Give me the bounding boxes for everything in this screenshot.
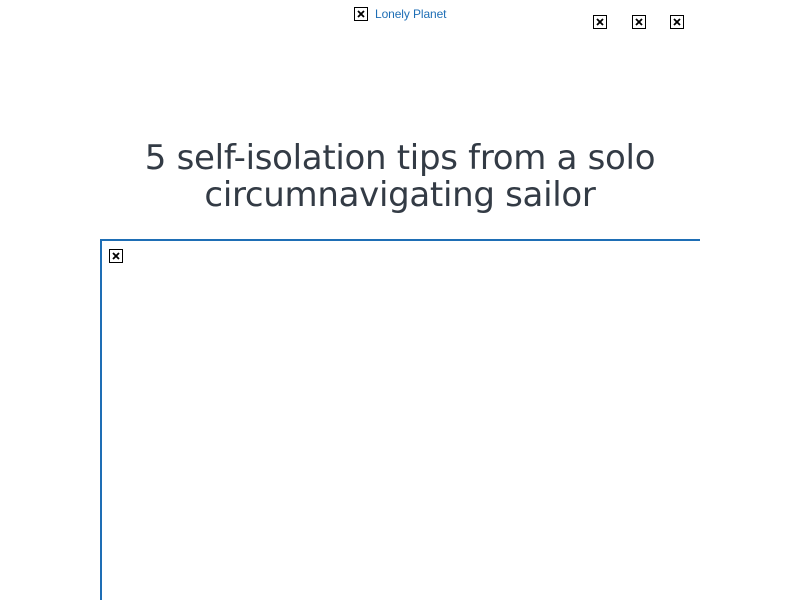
page: Lonely Planet 5 self-isolation tips from…: [0, 0, 800, 600]
header-action-1-broken-image-icon[interactable]: [593, 15, 607, 29]
article-media-frame: [100, 239, 700, 600]
article-title: 5 self-isolation tips from a solo circum…: [144, 138, 656, 215]
logo-link[interactable]: Lonely Planet: [375, 7, 447, 21]
article-media-broken-image-icon[interactable]: [109, 249, 123, 263]
header-action-2-broken-image-icon[interactable]: [632, 15, 646, 29]
logo-broken-image-icon[interactable]: [354, 7, 368, 21]
header-action-3-broken-image-icon[interactable]: [670, 15, 684, 29]
